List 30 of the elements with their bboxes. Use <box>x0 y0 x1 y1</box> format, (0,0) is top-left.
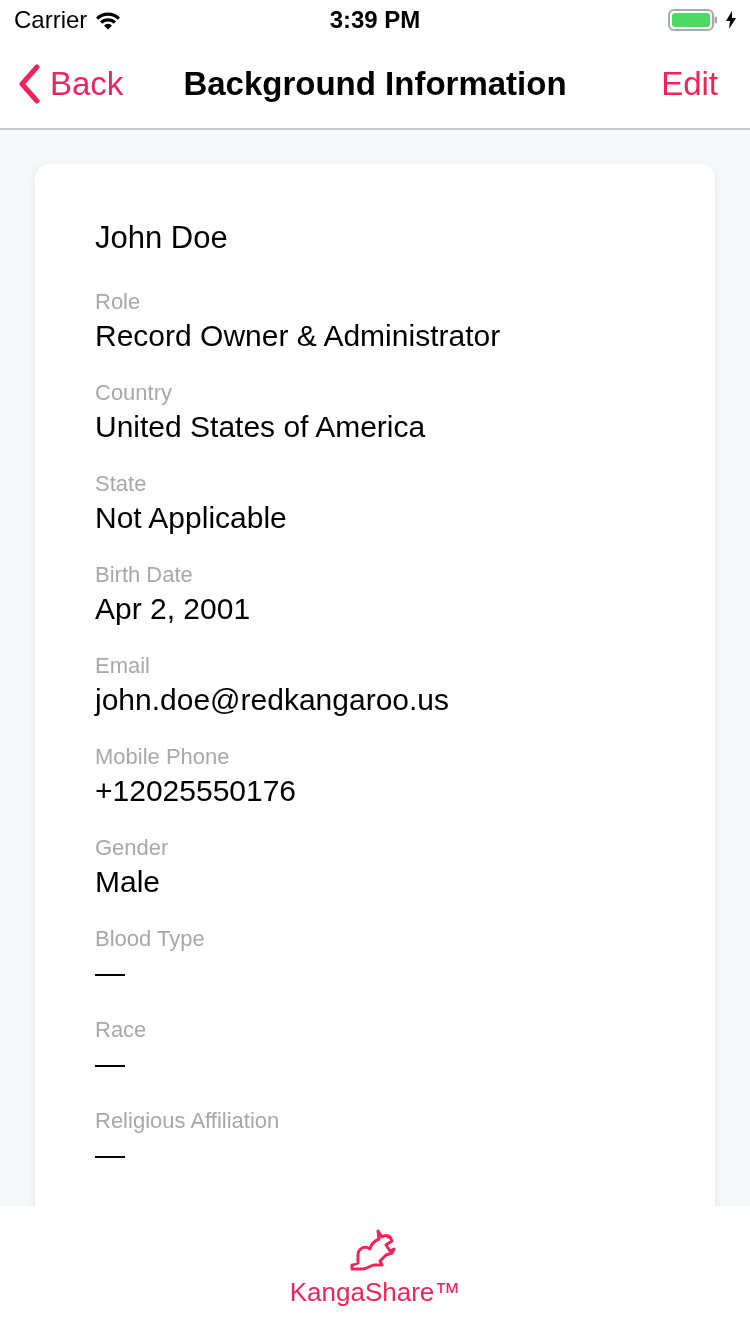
field-label: Country <box>95 379 174 407</box>
profile-name: John Doe <box>95 220 229 256</box>
field-value: — <box>95 1137 126 1173</box>
field-label: Role <box>95 288 142 316</box>
field-label: Mobile Phone <box>95 743 231 771</box>
page-title: Background Information <box>183 65 567 103</box>
edit-button[interactable]: Edit <box>661 65 718 103</box>
field-value: — <box>95 1046 126 1082</box>
wifi-icon <box>95 10 122 30</box>
field-value: john.doe@redkangaroo.us <box>95 682 451 718</box>
battery-icon <box>668 9 718 31</box>
field-value: Male <box>95 864 162 900</box>
field-label: Blood Type <box>95 925 206 953</box>
field-label: Email <box>95 652 151 680</box>
field-label: Gender <box>95 834 170 862</box>
back-button[interactable]: Back <box>18 64 124 104</box>
field-label: Birth Date <box>95 561 194 589</box>
status-time: 3:39 PM <box>329 6 421 34</box>
chevron-left-icon <box>18 64 40 104</box>
field-value: Not Applicable <box>95 500 288 536</box>
field-value: United States of America <box>95 409 427 445</box>
field-label: Race <box>95 1016 148 1044</box>
field-label: Religious Affiliation <box>95 1107 281 1135</box>
field-value: +12025550176 <box>95 773 298 809</box>
brand-name: KangaShare™ <box>289 1276 461 1308</box>
field-value: Record Owner & Administrator <box>95 318 502 354</box>
carrier-name: Carrier <box>14 6 88 34</box>
field-value: — <box>95 955 126 991</box>
field-label: State <box>95 470 148 498</box>
field-value: Apr 2, 2001 <box>95 591 252 627</box>
